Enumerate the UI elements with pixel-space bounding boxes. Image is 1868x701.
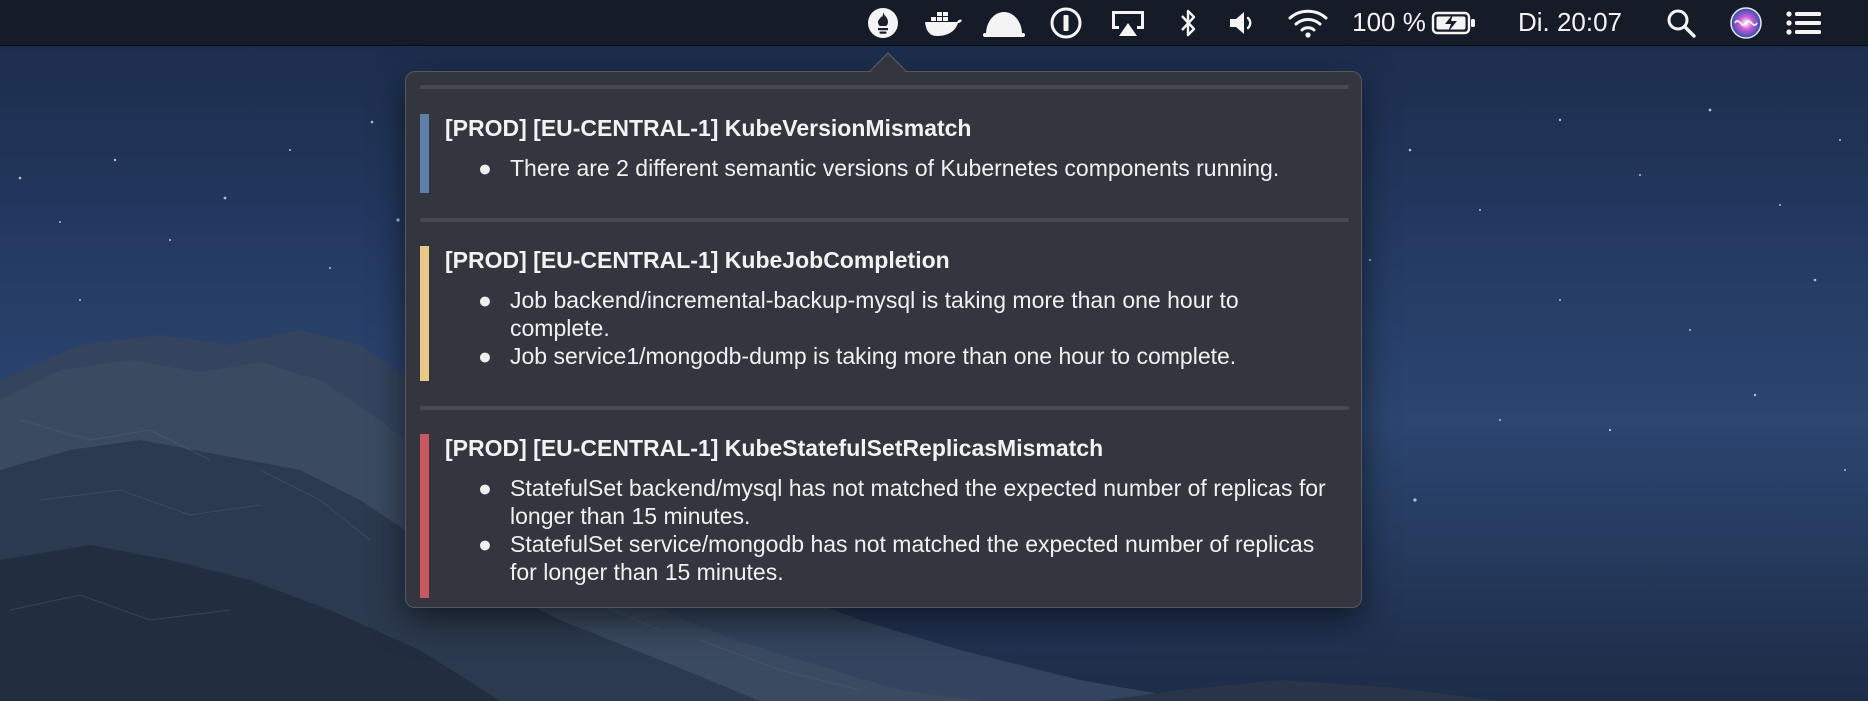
popover-arrow-fill bbox=[870, 54, 906, 72]
alert-item[interactable]: [PROD] [EU-CENTRAL-1] KubeJobCompletion … bbox=[420, 246, 1349, 381]
menu-bar: 100 % Di. 20:07 bbox=[0, 0, 1868, 46]
alert-item[interactable]: [PROD] [EU-CENTRAL-1] KubeVersionMismatc… bbox=[420, 114, 1349, 193]
prometheus-icon[interactable] bbox=[866, 0, 900, 45]
alert-messages: ● There are 2 different semantic versions… bbox=[478, 154, 1340, 182]
battery-percentage: 100 % bbox=[1352, 7, 1426, 37]
alert-title: [PROD] [EU-CENTRAL-1] KubeJobCompletion bbox=[445, 247, 950, 273]
alert-title: [PROD] [EU-CENTRAL-1] KubeVersionMismatc… bbox=[445, 115, 972, 141]
one-password-icon[interactable] bbox=[1049, 0, 1083, 45]
alert-messages: ● StatefulSet backend/mysql has not match… bbox=[478, 474, 1340, 586]
siri-icon[interactable] bbox=[1728, 0, 1764, 45]
alert-message: ● Job backend/incremental-backup-mysql is… bbox=[478, 287, 1239, 341]
wifi-icon[interactable] bbox=[1287, 0, 1329, 45]
separator bbox=[420, 85, 1349, 89]
severity-bar bbox=[420, 114, 429, 193]
alert-messages: ● Job backend/incremental-backup-mysql is… bbox=[478, 286, 1340, 370]
spotlight-search-icon[interactable] bbox=[1665, 0, 1697, 45]
alert-message: ● There are 2 different semantic versions… bbox=[478, 155, 1280, 181]
volume-icon[interactable] bbox=[1228, 0, 1260, 45]
separator bbox=[420, 218, 1349, 222]
alert-item[interactable]: [PROD] [EU-CENTRAL-1] KubeStatefulSetRep… bbox=[420, 434, 1349, 598]
cloud-icon[interactable] bbox=[982, 0, 1026, 45]
airplay-icon[interactable] bbox=[1109, 0, 1147, 45]
severity-bar bbox=[420, 434, 429, 598]
alert-message: ● Job service1/mongodb-dump is taking mor… bbox=[478, 343, 1237, 369]
alerts-popover: [PROD] [EU-CENTRAL-1] KubeVersionMismatc… bbox=[405, 71, 1362, 608]
menu-bar-clock[interactable]: Di. 20:07 bbox=[1500, 0, 1640, 45]
alert-message: ● StatefulSet service/mongodb has not mat… bbox=[478, 531, 1315, 585]
battery-charging-icon[interactable] bbox=[1430, 0, 1478, 45]
separator bbox=[420, 406, 1349, 410]
severity-bar bbox=[420, 246, 429, 381]
alert-title: [PROD] [EU-CENTRAL-1] KubeStatefulSetRep… bbox=[445, 435, 1104, 461]
notification-center-icon[interactable] bbox=[1785, 0, 1823, 45]
docker-icon[interactable] bbox=[923, 0, 963, 45]
bluetooth-icon[interactable] bbox=[1176, 0, 1200, 45]
alert-message: ● StatefulSet backend/mysql has not match… bbox=[478, 475, 1326, 529]
